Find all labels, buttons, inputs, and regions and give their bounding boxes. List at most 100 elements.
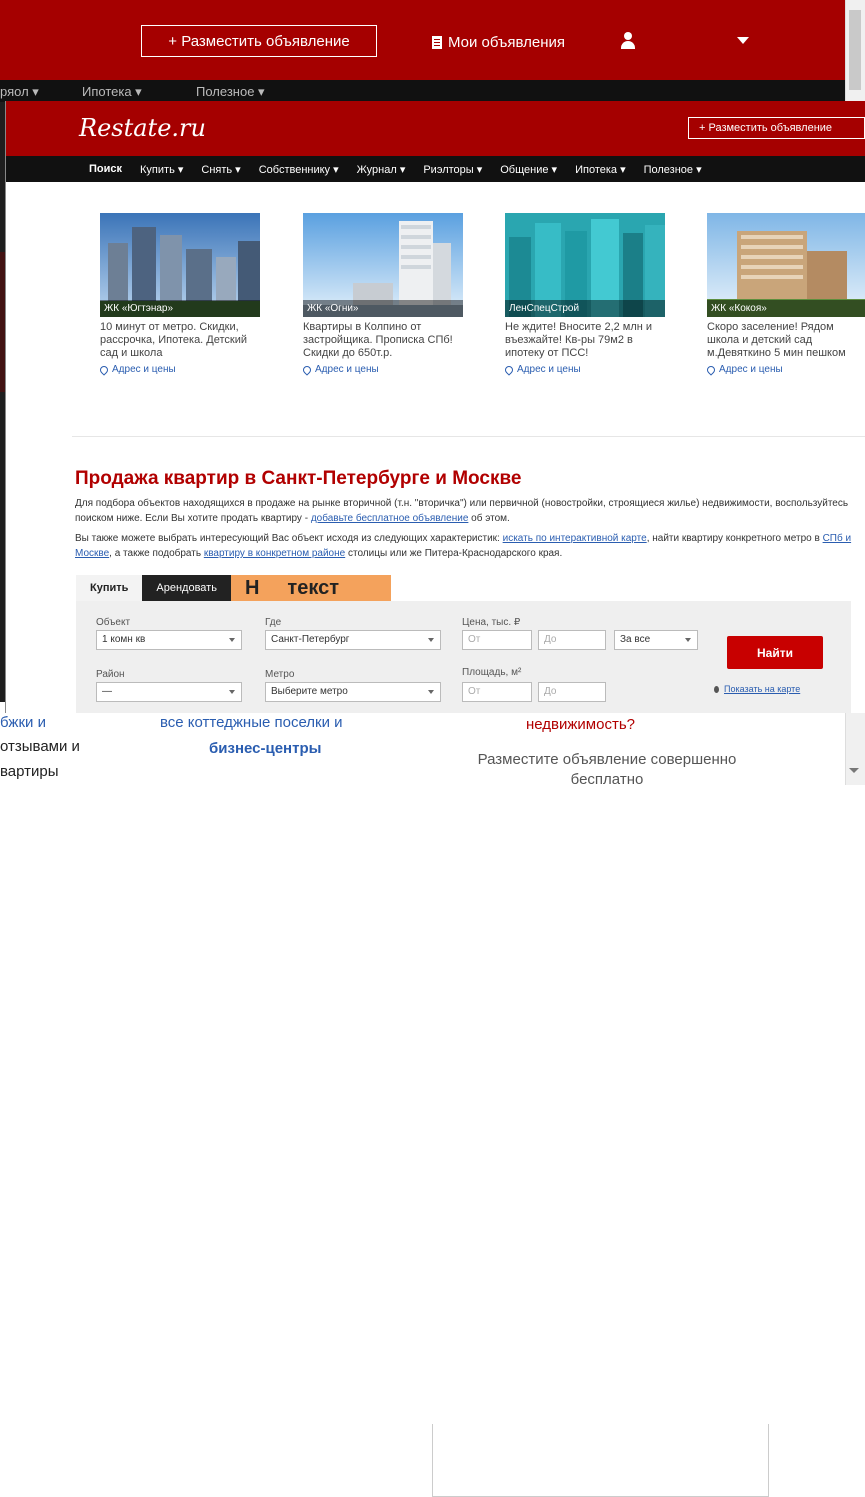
object-label: Объект [96,617,131,628]
chevron-down-icon [685,638,691,642]
nav-item-mortgage[interactable]: Ипотека ▾ [566,163,635,176]
metro-value: Выберите метро [271,686,348,697]
tab-rent[interactable]: Арендовать [142,575,231,601]
site-logo[interactable]: Restate.ru [79,114,206,142]
foreground-window: Restate.ru + Разместить объявление Поиск… [6,101,865,713]
search-panel: Купить Арендовать Н текст Объект 1 комн … [76,575,851,713]
nav-item-realtors[interactable]: Риэлторы ▾ [414,163,491,176]
show-on-map-link[interactable]: Показать на карте [714,684,800,694]
overlay-text-2: текст [287,576,339,599]
nav-item-journal[interactable]: Журнал ▾ [348,163,415,176]
price-from-input[interactable]: От [462,630,532,650]
bg-subnav: ряол ▾ Ипотека ▾ Полезное ▾ [0,80,865,102]
show-on-map-label: Показать на карте [724,684,801,694]
promo-link-label: Адрес и цены [315,364,379,375]
district-value: — [102,686,112,697]
metro-label: Метро [265,669,295,680]
promo-link-label: Адрес и цены [517,364,581,375]
options-text: , а также подобрать [109,548,204,559]
overlay-annotation: Н текст [230,575,391,601]
object-value: 1 комн кв [102,634,146,645]
bg-my-ads-label: Мои объявления [448,34,565,51]
user-icon[interactable] [620,32,636,50]
overlay-text-1: Н [244,576,260,599]
intro-paragraph: Для подбора объектов находящихся в прода… [75,496,865,526]
price-for-value: За все [620,634,651,645]
options-text: , найти квартиру конкретного метро в [646,533,823,544]
promo-link[interactable]: Адрес и цены [503,363,665,376]
nav-item-forum[interactable]: Общение ▾ [491,163,566,176]
area-from-input[interactable]: От [462,682,532,702]
promo-card[interactable]: ЛенСпецСтрой Не ждите! Вносите 2,2 млн и… [503,213,665,376]
promo-link-label: Адрес и цены [719,364,783,375]
price-to-input[interactable]: До [538,630,606,650]
scroll-down-icon[interactable] [849,768,859,773]
bg-subnav-item[interactable]: Полезное ▾ [196,84,265,100]
promo-image[interactable]: ЖК «Югтэнар» [100,213,260,317]
object-select[interactable]: 1 комн кв [96,630,242,650]
bg-left-text-2: отзывами и [0,738,80,755]
where-select[interactable]: Санкт-Петербург [265,630,441,650]
price-label: Цена, тыс. ₽ [462,617,521,628]
nav-item-buy[interactable]: Купить ▾ [131,163,192,176]
main-nav: Поиск Купить ▾ Снять ▾ Собственнику ▾ Жу… [6,156,865,182]
nav-item-search[interactable]: Поиск [80,163,131,175]
bg-subnav-item[interactable]: ряол ▾ [0,84,39,100]
bg-subnav-item[interactable]: Ипотека ▾ [82,84,142,100]
bg-left-text-1: бжки и [0,714,46,731]
bg-center-link-1[interactable]: все коттеджные поселки и [160,714,343,731]
price-for-select[interactable]: За все [614,630,698,650]
metro-select[interactable]: Выберите метро [265,682,441,702]
promo-image[interactable]: ЖК «Огни» [303,213,463,317]
options-text: Вы также можете выбрать интересующий Вас… [75,533,503,544]
chevron-down-icon [428,690,434,694]
promo-card[interactable]: ЖК «Огни» Квартиры в Колпино от застройщ… [301,213,463,376]
page-title: Продажа квартир в Санкт-Петербурге и Мос… [75,468,522,489]
nav-item-owner[interactable]: Собственнику ▾ [250,163,348,176]
promo-caption: ЛенСпецСтрой [505,300,665,317]
promo-caption: ЖК «Огни» [303,300,463,317]
chevron-down-icon [229,690,235,694]
promo-caption: ЖК «Кокоя» [707,300,865,317]
bg-my-ads-link[interactable]: Мои объявления [432,34,565,51]
scrollbar-thumb[interactable] [849,10,861,90]
promo-link[interactable]: Адрес и цены [301,363,463,376]
promo-link[interactable]: Адрес и цены [705,363,865,376]
bg-center-link-2[interactable]: бизнес-центры [209,740,321,757]
promo-text: 10 минут от метро. Скидки, рассрочка, Ип… [100,321,248,359]
options-paragraph: Вы также можете выбрать интересующий Вас… [75,531,865,561]
interactive-map-link[interactable]: искать по интерактивной карте [503,533,647,544]
promo-card[interactable]: ЖК «Кокоя» Скоро заселение! Рядом школа … [705,213,865,376]
nav-item-useful[interactable]: Полезное ▾ [635,163,711,176]
promo-image[interactable]: ЖК «Кокоя» [707,213,865,317]
add-free-ad-link[interactable]: добавьте бесплатное объявление [311,513,469,524]
bg-post-ad-button[interactable]: + Разместить объявление [141,25,377,57]
district-select[interactable]: — [96,682,242,702]
find-button[interactable]: Найти [727,636,823,669]
map-marker-icon [714,685,719,693]
tab-buy[interactable]: Купить [76,575,143,601]
promo-link[interactable]: Адрес и цены [98,363,260,376]
bg-left-text-3: вартиры [0,763,59,780]
options-text: столицы или же Питера-Краснодарского кра… [345,548,563,559]
area-to-input[interactable]: До [538,682,606,702]
district-link[interactable]: квартиру в конкретном районе [204,548,345,559]
chevron-down-icon [229,638,235,642]
where-value: Санкт-Петербург [271,634,350,645]
promo-card[interactable]: ЖК «Югтэнар» 10 минут от метро. Скидки, … [98,213,260,376]
nav-item-rent[interactable]: Снять ▾ [192,163,249,176]
bg-right-card [432,1424,769,1497]
search-form: Объект 1 комн кв Где Санкт-Петербург Цен… [76,601,851,713]
promo-image[interactable]: ЛенСпецСтрой [505,213,665,317]
bg-right-text: Разместите объявление совершенно бесплат… [477,751,737,788]
chevron-down-icon[interactable] [737,37,749,44]
post-ad-button[interactable]: + Разместить объявление [688,117,865,139]
document-icon [432,36,442,49]
location-icon [503,363,515,376]
bg-right-heading: недвижимость? [526,716,635,733]
divider [72,436,865,437]
district-label: Район [96,669,125,680]
location-icon [98,363,110,376]
promo-link-label: Адрес и цены [112,364,176,375]
chevron-down-icon [428,638,434,642]
